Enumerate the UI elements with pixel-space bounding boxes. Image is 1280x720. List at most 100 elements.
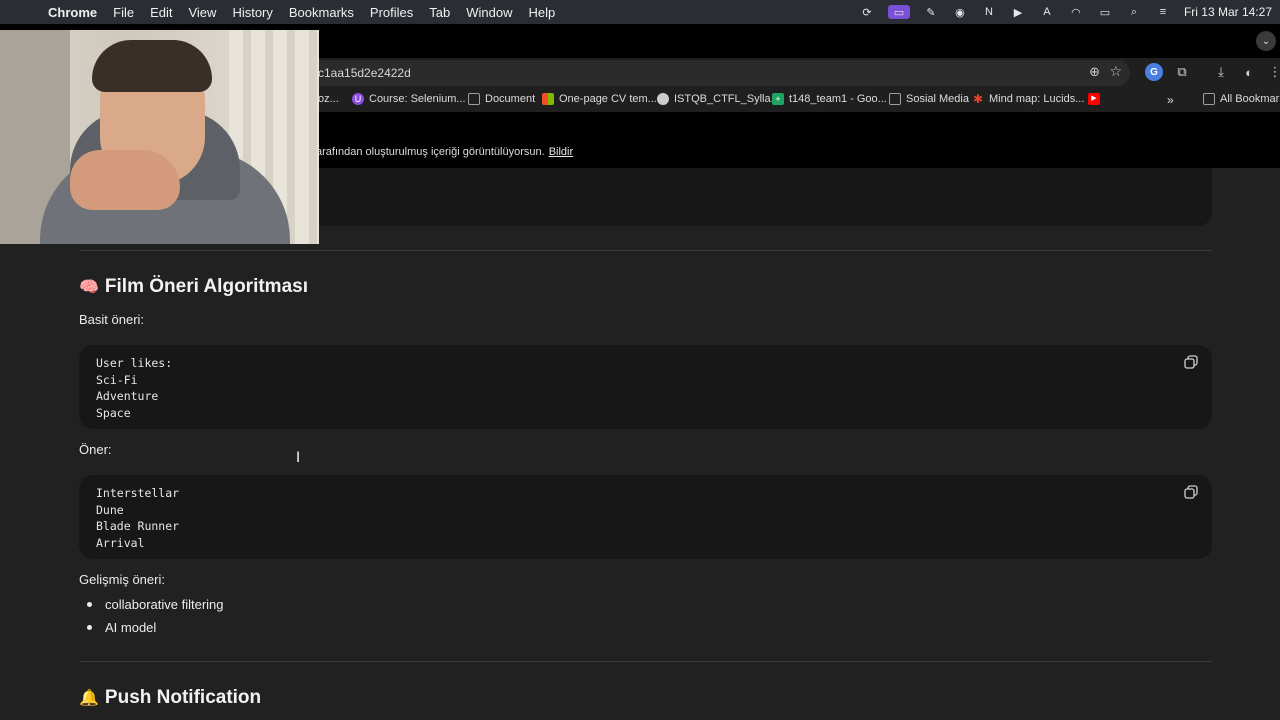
all-bookmarks-label: All Bookmarks	[1220, 93, 1280, 105]
bookmark-item[interactable]: ISTQB_CTFL_Sylla...	[657, 93, 780, 105]
text-cursor-icon: I	[296, 450, 301, 466]
code-block-movies: Interstellar Dune Blade Runner Arrival	[79, 475, 1212, 559]
paragraph-recommend: Öner:	[79, 442, 112, 457]
wifi-icon[interactable]: ◠	[1068, 5, 1084, 19]
notion-icon[interactable]: N	[981, 5, 997, 19]
menu-help[interactable]: Help	[521, 5, 564, 20]
bookmark-label: Course: Selenium...	[369, 93, 466, 105]
code-lines: Interstellar Dune Blade Runner Arrival	[96, 485, 179, 551]
section-heading-push: 🔔 Push Notification	[79, 687, 261, 709]
microsoft-icon	[542, 93, 554, 105]
chat-content: 🧠 Film Öneri Algoritması Basit öneri: Us…	[0, 168, 1280, 720]
spotlight-search-icon[interactable]: ⌕	[1126, 5, 1142, 19]
bookmarks-overflow-icon[interactable]: »	[1167, 93, 1174, 107]
bookmark-label: Document	[485, 93, 536, 105]
copy-icon[interactable]	[1184, 355, 1198, 369]
bookmark-label: oz...	[318, 93, 339, 105]
section-divider	[79, 250, 1212, 251]
bookmark-item[interactable]: Sosial Media	[889, 93, 969, 105]
bullet-list: collaborative filtering AI model	[87, 593, 224, 639]
code-line: Arrival	[96, 535, 145, 550]
bookmark-star-icon[interactable]: ☆	[1109, 63, 1122, 80]
banner-text: arafından oluşturulmuş içeriği görüntülü…	[316, 146, 545, 158]
bookmark-label: t148_team1 - Goo...	[789, 93, 887, 105]
screen-recorder-icon[interactable]: ▭	[887, 5, 910, 19]
section-divider	[79, 661, 1212, 662]
menu-file[interactable]: File	[105, 5, 142, 20]
webcam-overlay	[0, 30, 319, 244]
code-line: Adventure	[96, 389, 159, 403]
bookmark-label: One-page CV tem...	[559, 93, 657, 105]
globe-icon	[657, 93, 669, 105]
bookmark-label: Mind map: Lucids...	[989, 93, 1085, 105]
zoom-icon[interactable]: ⊕	[1089, 64, 1100, 80]
menu-tab[interactable]: Tab	[421, 5, 458, 20]
address-bar[interactable]: c1aa15d2e2422d ⊕ ☆	[300, 60, 1130, 86]
youtube-icon: ▶	[1088, 93, 1100, 105]
all-bookmarks[interactable]: All Bookmarks	[1203, 93, 1280, 105]
code-line: User likes:	[96, 356, 173, 370]
report-link[interactable]: Bildir	[549, 146, 573, 158]
code-line: Sci-Fi	[96, 372, 138, 387]
battery-icon[interactable]: ▭	[1097, 5, 1113, 19]
code-line: Blade Runner	[96, 519, 180, 533]
bookmark-item[interactable]: + t148_team1 - Goo...	[772, 93, 887, 105]
menu-bookmarks[interactable]: Bookmarks	[281, 5, 362, 20]
bookmark-item[interactable]: One-page CV tem...	[542, 93, 657, 105]
bookmark-item[interactable]: ▶	[1088, 93, 1100, 105]
list-item: AI model	[87, 616, 224, 639]
sync-icon[interactable]: ⟳	[859, 5, 875, 19]
bullet-dot	[87, 602, 92, 607]
bookmark-label: ISTQB_CTFL_Sylla...	[674, 93, 780, 105]
webcam-person-hair	[92, 40, 212, 92]
webcam-person-hand	[70, 150, 180, 210]
menu-app-name[interactable]: Chrome	[40, 5, 105, 20]
udemy-icon: U	[352, 93, 364, 105]
bookmark-item[interactable]: oz...	[318, 93, 339, 105]
menu-profiles[interactable]: Profiles	[362, 5, 421, 20]
macos-menu-bar: Chrome File Edit View History Bookmarks …	[0, 0, 1280, 24]
sheets-icon: +	[772, 93, 784, 105]
text-input-icon[interactable]: A	[1039, 5, 1055, 19]
brain-icon: 🧠	[79, 279, 99, 296]
profile-icon[interactable]: ◐	[1240, 63, 1258, 81]
status-area: ⟳ ▭ ✎ ◉ N ▶ A ◠ ▭ ⌕ ≡ Fri 13 Mar 14:27	[859, 0, 1272, 24]
menu-clock[interactable]: Fri 13 Mar 14:27	[1184, 5, 1272, 19]
google-translate-icon[interactable]: G	[1145, 63, 1163, 81]
section-heading-film: 🧠 Film Öneri Algoritması	[79, 276, 308, 298]
heading-text: Film Öneri Algoritması	[104, 276, 308, 297]
menu-window[interactable]: Window	[458, 5, 520, 20]
bookmark-label: Sosial Media	[906, 93, 969, 105]
heading-text: Push Notification	[104, 687, 262, 708]
bookmark-item[interactable]: ✱ Mind map: Lucids...	[972, 93, 1084, 105]
extensions-icon[interactable]: ⧉	[1173, 63, 1191, 81]
list-item-text: AI model	[105, 620, 157, 635]
copy-icon[interactable]	[1184, 485, 1198, 499]
menu-view[interactable]: View	[180, 5, 224, 20]
menu-kebab-icon[interactable]: ⋮	[1266, 63, 1280, 81]
address-url[interactable]: c1aa15d2e2422d	[318, 66, 411, 80]
paragraph-advanced: Gelişmiş öneri:	[79, 572, 165, 587]
folder-icon	[889, 93, 901, 105]
record-icon[interactable]: ◉	[952, 5, 968, 19]
play-icon[interactable]: ▶	[1010, 5, 1026, 19]
menu-edit[interactable]: Edit	[142, 5, 180, 20]
bookmark-item[interactable]: Document	[468, 93, 535, 105]
lucid-icon: ✱	[972, 92, 984, 106]
bullet-dot	[87, 625, 92, 630]
code-line: Interstellar	[96, 486, 180, 500]
pen-icon[interactable]: ✎	[923, 5, 939, 19]
tab-search-chevron-icon[interactable]: ⌄	[1256, 31, 1276, 51]
code-block-user-likes: User likes: Sci-Fi Adventure Space	[79, 345, 1212, 429]
list-item-text: collaborative filtering	[105, 597, 224, 612]
control-center-icon[interactable]: ≡	[1155, 5, 1171, 19]
folder-icon	[1203, 93, 1215, 105]
bookmark-item[interactable]: U Course: Selenium...	[352, 93, 466, 105]
banner-message: arafından oluşturulmuş içeriği görüntülü…	[316, 146, 573, 158]
code-line: Dune	[96, 502, 124, 517]
code-line: Space	[96, 405, 131, 420]
paragraph-simple: Basit öneri:	[79, 312, 145, 327]
menu-history[interactable]: History	[224, 5, 280, 20]
download-icon[interactable]: ⤓	[1212, 63, 1230, 81]
folder-icon	[468, 93, 480, 105]
